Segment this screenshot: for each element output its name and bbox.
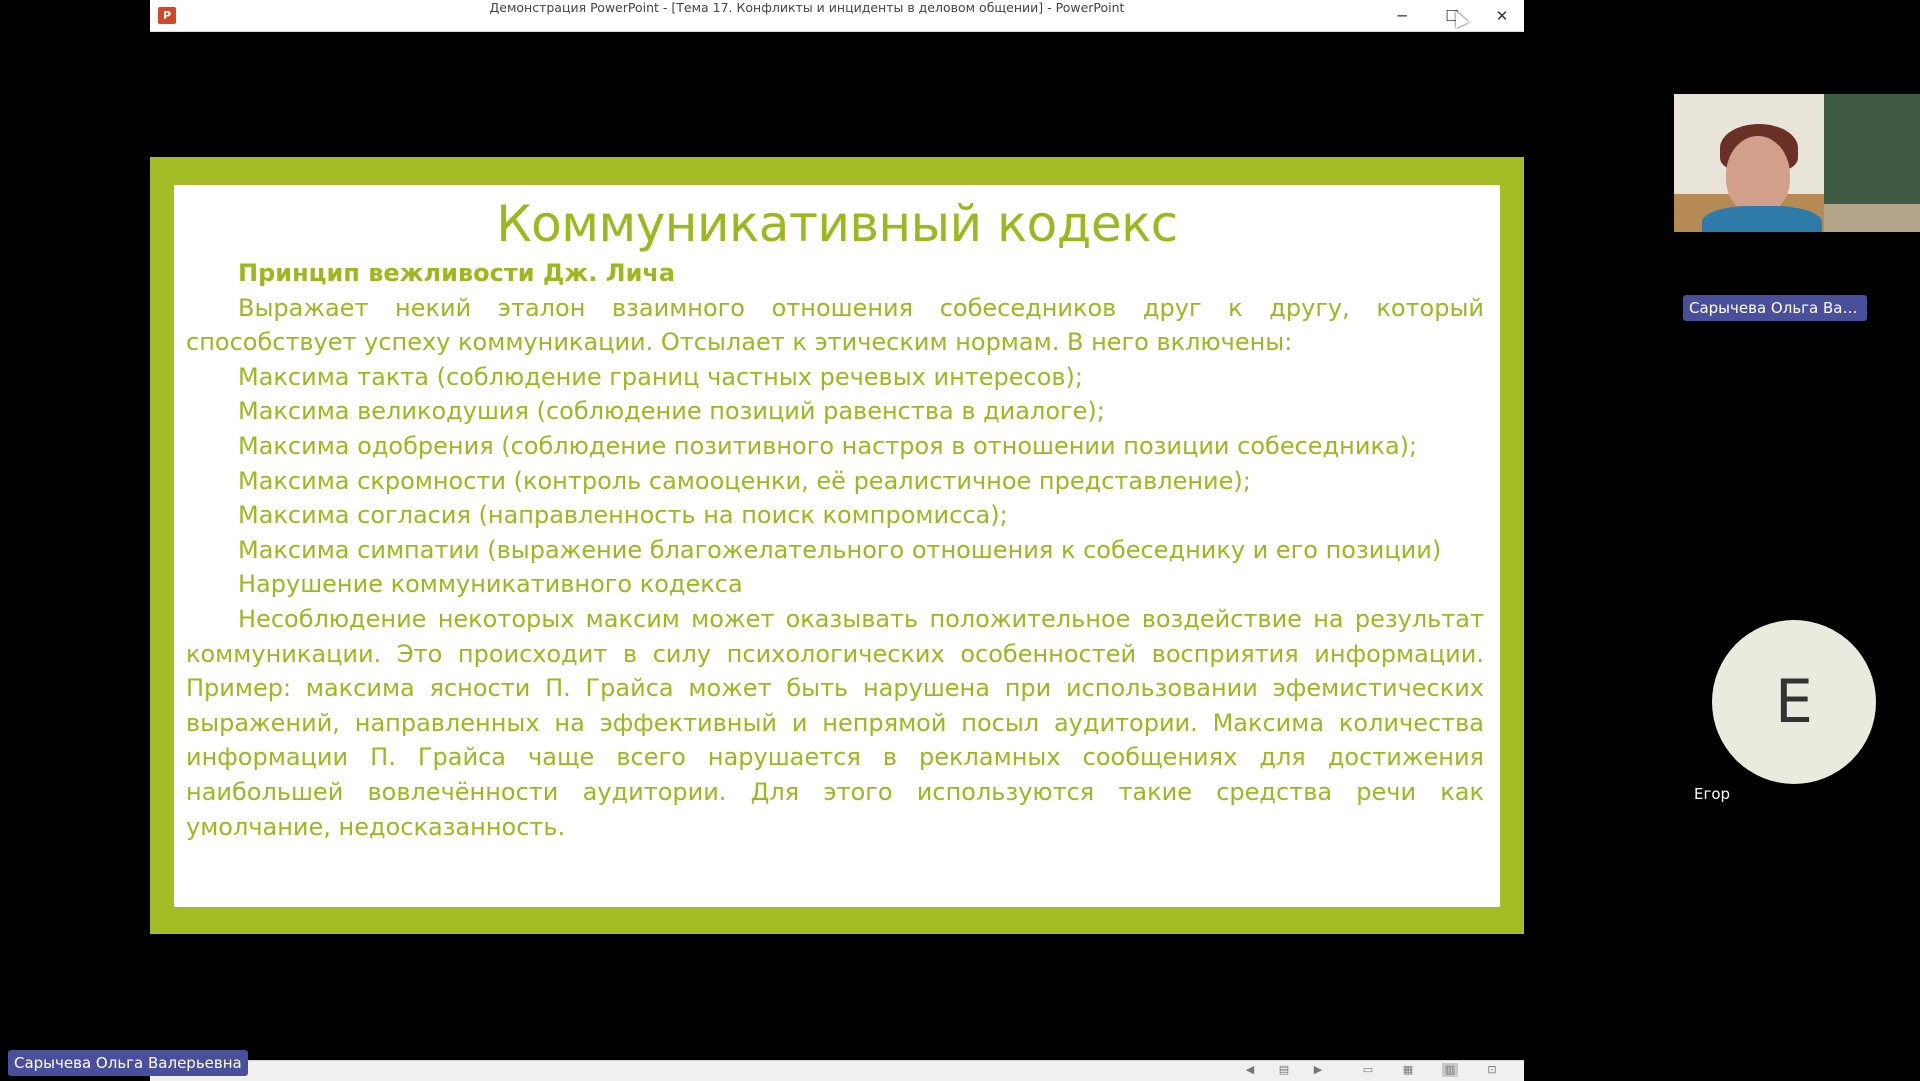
minimize-button[interactable]: ─ (1378, 0, 1426, 31)
maxim-item: Максима великодушия (соблюдение позиций … (238, 397, 1105, 426)
maxim-item: Максима симпатии (выражение благожелател… (238, 535, 1442, 564)
slide-content-area: Коммуникативный кодекс Принцип вежливост… (174, 185, 1500, 907)
violation-text: Несоблюдение некоторых максим может оказ… (186, 604, 1484, 841)
slide-intro: Выражает некий эталон взаимного отношени… (186, 293, 1484, 357)
title-bar: P Демонстрация PowerPoint - [Тема 17. Ко… (150, 0, 1524, 32)
slide-menu-icon[interactable]: ▤ (1276, 1063, 1292, 1077)
slide-title: Коммуникативный кодекс (496, 195, 1178, 253)
active-speaker-name-tag: Сарычева Ольга Валерьевна (8, 1050, 248, 1076)
reading-view-icon[interactable]: ▥ (1442, 1063, 1458, 1077)
powerpoint-window: P Демонстрация PowerPoint - [Тема 17. Ко… (150, 0, 1524, 1081)
violation-heading: Нарушение коммуникативного кодекса (238, 570, 743, 599)
presenter-face (1726, 136, 1790, 214)
maxim-item: Максима одобрения (соблюдение позитивног… (238, 431, 1418, 460)
participant-name: Егор (1694, 785, 1731, 803)
presenter-name-tag: Сарычева Ольга Валерье... (1683, 295, 1867, 321)
prev-slide-icon[interactable]: ◀ (1242, 1063, 1258, 1077)
maxim-item: Максима согласия (направленность на поис… (238, 501, 1008, 530)
slide-sorter-icon[interactable]: ▦ (1400, 1063, 1416, 1077)
participant-avatar[interactable]: Е (1712, 620, 1876, 784)
slideshow-icon[interactable]: ⊡ (1484, 1063, 1500, 1077)
chalkboard (1824, 94, 1920, 204)
window-title: Демонстрация PowerPoint - [Тема 17. Конф… (489, 0, 1125, 15)
status-bar: ◀ ▤ ▶ ▭ ▦ ▥ ⊡ (150, 1060, 1524, 1081)
slide[interactable]: Коммуникативный кодекс Принцип вежливост… (150, 157, 1524, 934)
next-slide-icon[interactable]: ▶ (1310, 1063, 1326, 1077)
normal-view-icon[interactable]: ▭ (1360, 1063, 1376, 1077)
presenter-video[interactable] (1674, 94, 1920, 232)
close-button[interactable]: ✕ (1478, 0, 1526, 31)
maxim-item: Максима скромности (контроль самооценки,… (238, 466, 1251, 495)
maxim-item: Максима такта (соблюдение границ частных… (238, 362, 1083, 391)
slide-subheading: Принцип вежливости Дж. Лича (238, 259, 676, 287)
slide-body: Принцип вежливости Дж. Лича Выражает нек… (186, 256, 1484, 844)
